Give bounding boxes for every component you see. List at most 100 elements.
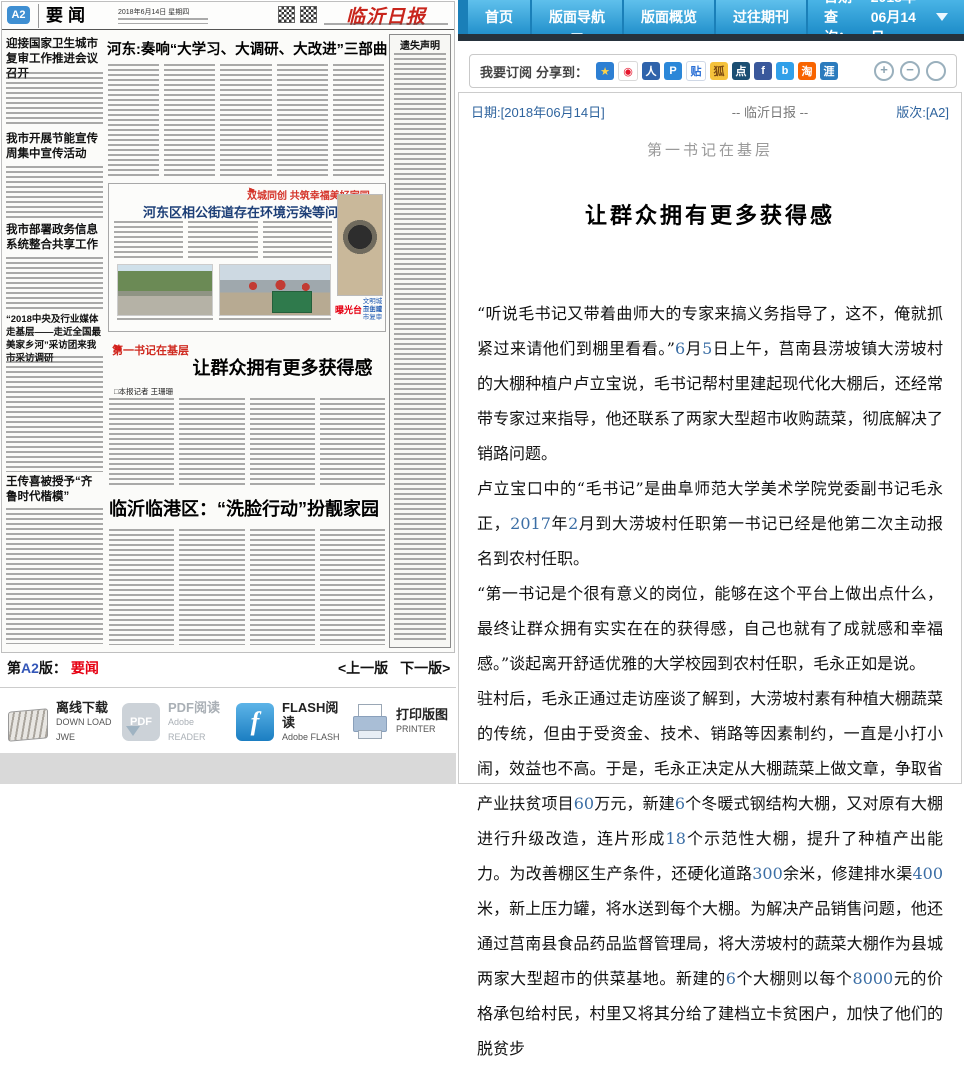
- classified-title: 遗失声明: [390, 37, 450, 52]
- byline: □本报记者 王珊珊: [114, 386, 173, 397]
- article-body: “听说毛书记又带着曲师大的专家来搞义务指导了，这不，俺就抓紧过来请他们到棚里看看…: [459, 296, 961, 1066]
- reader-panel: 首页 版面导航 版面概览 过往期刊 日期查询： 2018年06月14日 我要订阅…: [457, 0, 964, 784]
- expose-tag: 曝光台: [335, 306, 362, 314]
- photo-caption: [117, 318, 213, 323]
- nav-bottom-strip: [458, 34, 964, 41]
- zoom-reset-button[interactable]: [926, 61, 946, 81]
- sina-weibo-share-icon[interactable]: ◉: [618, 61, 638, 81]
- renren-share-icon[interactable]: 人: [642, 62, 660, 80]
- download-label: 打印版图: [396, 707, 448, 722]
- manhole-photo: [337, 194, 383, 296]
- pdf-icon: PDF: [122, 703, 160, 741]
- facebook-share-icon[interactable]: f: [754, 62, 772, 80]
- nav-page-navigation[interactable]: 版面导航: [532, 0, 622, 34]
- expose-caption-line2: 卫生城市复审: [360, 306, 385, 322]
- photo-caption: [219, 318, 331, 323]
- newspaper-stack-icon: [8, 708, 48, 741]
- sohu-share-icon[interactable]: 狐: [710, 62, 728, 80]
- street-photo: [117, 264, 213, 316]
- page-label: 第A2版：要闻: [7, 658, 99, 678]
- environment-article-box[interactable]: ⚑ 双城同创 共筑幸福美好家园 河东区相公街道存在环境污染等问题 文明城市创建 …: [108, 183, 386, 332]
- pdf-read-button[interactable]: PDF PDF阅读 Adobe READER: [114, 700, 228, 745]
- newsprint-text-block: [6, 257, 103, 309]
- newsprint-text-block: [394, 53, 446, 643]
- flash-icon: f: [236, 703, 274, 741]
- article-kicker: 第一书记在基层: [459, 139, 961, 160]
- page-label-prefix: 第: [7, 660, 21, 676]
- page-section: 要闻: [71, 660, 99, 676]
- download-label: FLASH阅读: [282, 700, 342, 730]
- article-edition: 版次:[A2]: [859, 102, 949, 121]
- top-navigation: 首页 版面导航 版面概览 过往期刊 日期查询： 2018年06月14日: [458, 0, 964, 34]
- newsprint-text-block: [6, 166, 103, 219]
- article-paper-name: -- 临沂日报 --: [681, 102, 859, 121]
- headline-lingang-action[interactable]: 临沂临港区：“洗脸行动”扮靓家园: [109, 495, 387, 521]
- pengyou-share-icon[interactable]: P: [664, 62, 682, 80]
- newsprint-text-block: [109, 398, 385, 488]
- article-date: 日期:[2018年06月14日]: [471, 102, 681, 121]
- headline-gain-sense[interactable]: 让群众拥有更多获得感: [180, 354, 385, 380]
- article-meta-row: 日期:[2018年06月14日] -- 临沂日报 -- 版次:[A2]: [459, 93, 961, 125]
- newspaper-page-image[interactable]: A2 要闻 2018年6月14日 星期四 临沂日报 遗失声明 迎接国家卫生城市复…: [1, 1, 455, 653]
- newspaper-masthead: A2 要闻 2018年6月14日 星期四 临沂日报: [2, 2, 454, 30]
- section-title: 要闻: [38, 4, 90, 28]
- next-page-link[interactable]: 下一版>: [400, 660, 450, 676]
- prev-page-link[interactable]: <上一版: [338, 660, 388, 676]
- download-bar: 离线下载 DOWN LOAD JWE PDF PDF阅读 Adobe READE…: [0, 692, 456, 752]
- article-paragraph: 驻村后，毛永正通过走访座谈了解到，大涝坡村素有种植大棚蔬菜的传统，但由于受资金、…: [477, 681, 943, 1066]
- newsprint-text-block: [108, 64, 384, 178]
- page-number: A2: [21, 660, 39, 676]
- headline-energy-week[interactable]: 我市开展节能宣传周集中宣传活动: [6, 132, 103, 162]
- subscribe-link[interactable]: 我要订阅: [480, 62, 532, 81]
- divider: [0, 687, 456, 688]
- first-secretary-label-text: 第一书记在基层: [112, 342, 189, 358]
- page-badge: A2: [7, 6, 30, 24]
- page-pagination: <上一版 下一版>: [330, 658, 450, 678]
- offline-download-button[interactable]: 离线下载 DOWN LOAD JWE: [0, 700, 114, 745]
- zoom-out-button[interactable]: −: [900, 61, 920, 81]
- zoom-in-button[interactable]: +: [874, 61, 894, 81]
- qzone-share-icon[interactable]: ★: [596, 62, 614, 80]
- tieba-share-icon[interactable]: 贴: [686, 61, 706, 81]
- download-sublabel: PRINTER: [396, 722, 448, 737]
- dumpster-shape: [272, 291, 312, 313]
- newsprint-text-block: [114, 221, 332, 259]
- nav-home[interactable]: 首页: [468, 0, 530, 34]
- printer-icon: [350, 703, 388, 741]
- classified-column[interactable]: 遗失声明: [389, 34, 451, 648]
- newsprint-text-block: [6, 356, 103, 472]
- nav-past-issues[interactable]: 过往期刊: [716, 0, 806, 34]
- print-version-button[interactable]: 打印版图 PRINTER: [342, 703, 456, 741]
- diandian-share-icon[interactable]: 点: [732, 62, 750, 80]
- download-sublabel: Adobe FLASH: [282, 730, 342, 745]
- nav-page-overview[interactable]: 版面概览: [624, 0, 714, 34]
- headline-role-model[interactable]: 王传喜被授予“齐鲁时代楷模”: [6, 475, 103, 505]
- flash-read-button[interactable]: f FLASH阅读 Adobe FLASH: [228, 700, 342, 745]
- paper-date: 2018年6月14日 星期四: [118, 7, 189, 17]
- zoom-controls: + −: [874, 61, 946, 81]
- qr-code-icon: [300, 6, 317, 23]
- article-title: 让群众拥有更多获得感: [459, 198, 961, 230]
- expose-caption: 文明城市创建 卫生城市复审 曝光台: [335, 298, 385, 306]
- newsprint-text-block: [6, 508, 103, 644]
- bottom-gray-strip: [0, 753, 456, 784]
- article-container: 日期:[2018年06月14日] -- 临沂日报 -- 版次:[A2] 第一书记…: [458, 92, 962, 784]
- newsprint-text-block: [6, 72, 103, 127]
- date-query-dropdown[interactable]: 日期查询： 2018年06月14日: [808, 0, 964, 34]
- paper-editor-line: [118, 18, 208, 24]
- nav-page-navigation-label: 版面导航: [549, 9, 605, 25]
- share-to-label: 分享到：: [536, 62, 588, 81]
- headline-gov-info[interactable]: 我市部署政务信息系统整合共享工作: [6, 223, 103, 253]
- tianya-share-icon[interactable]: 涯: [820, 62, 838, 80]
- market-photo: [219, 264, 331, 316]
- article-paragraph: 卢立宝口中的“毛书记”是曲阜师范大学美术学院党委副书记毛永正，2017年2月到大…: [477, 471, 943, 576]
- blog-share-icon[interactable]: b: [776, 62, 794, 80]
- qr-code-icon: [278, 6, 295, 23]
- download-sublabel: DOWN LOAD JWE: [56, 715, 114, 745]
- taobao-share-icon[interactable]: 淘: [798, 62, 816, 80]
- download-sublabel: Adobe READER: [168, 715, 228, 745]
- headline-hedong-trilogy[interactable]: 河东:奏响“大学习、大调研、大改进”三部曲: [107, 38, 385, 59]
- chevron-down-icon: [936, 13, 948, 21]
- masthead-contact-line: [324, 23, 448, 27]
- page-label-suffix: 版：: [39, 660, 67, 676]
